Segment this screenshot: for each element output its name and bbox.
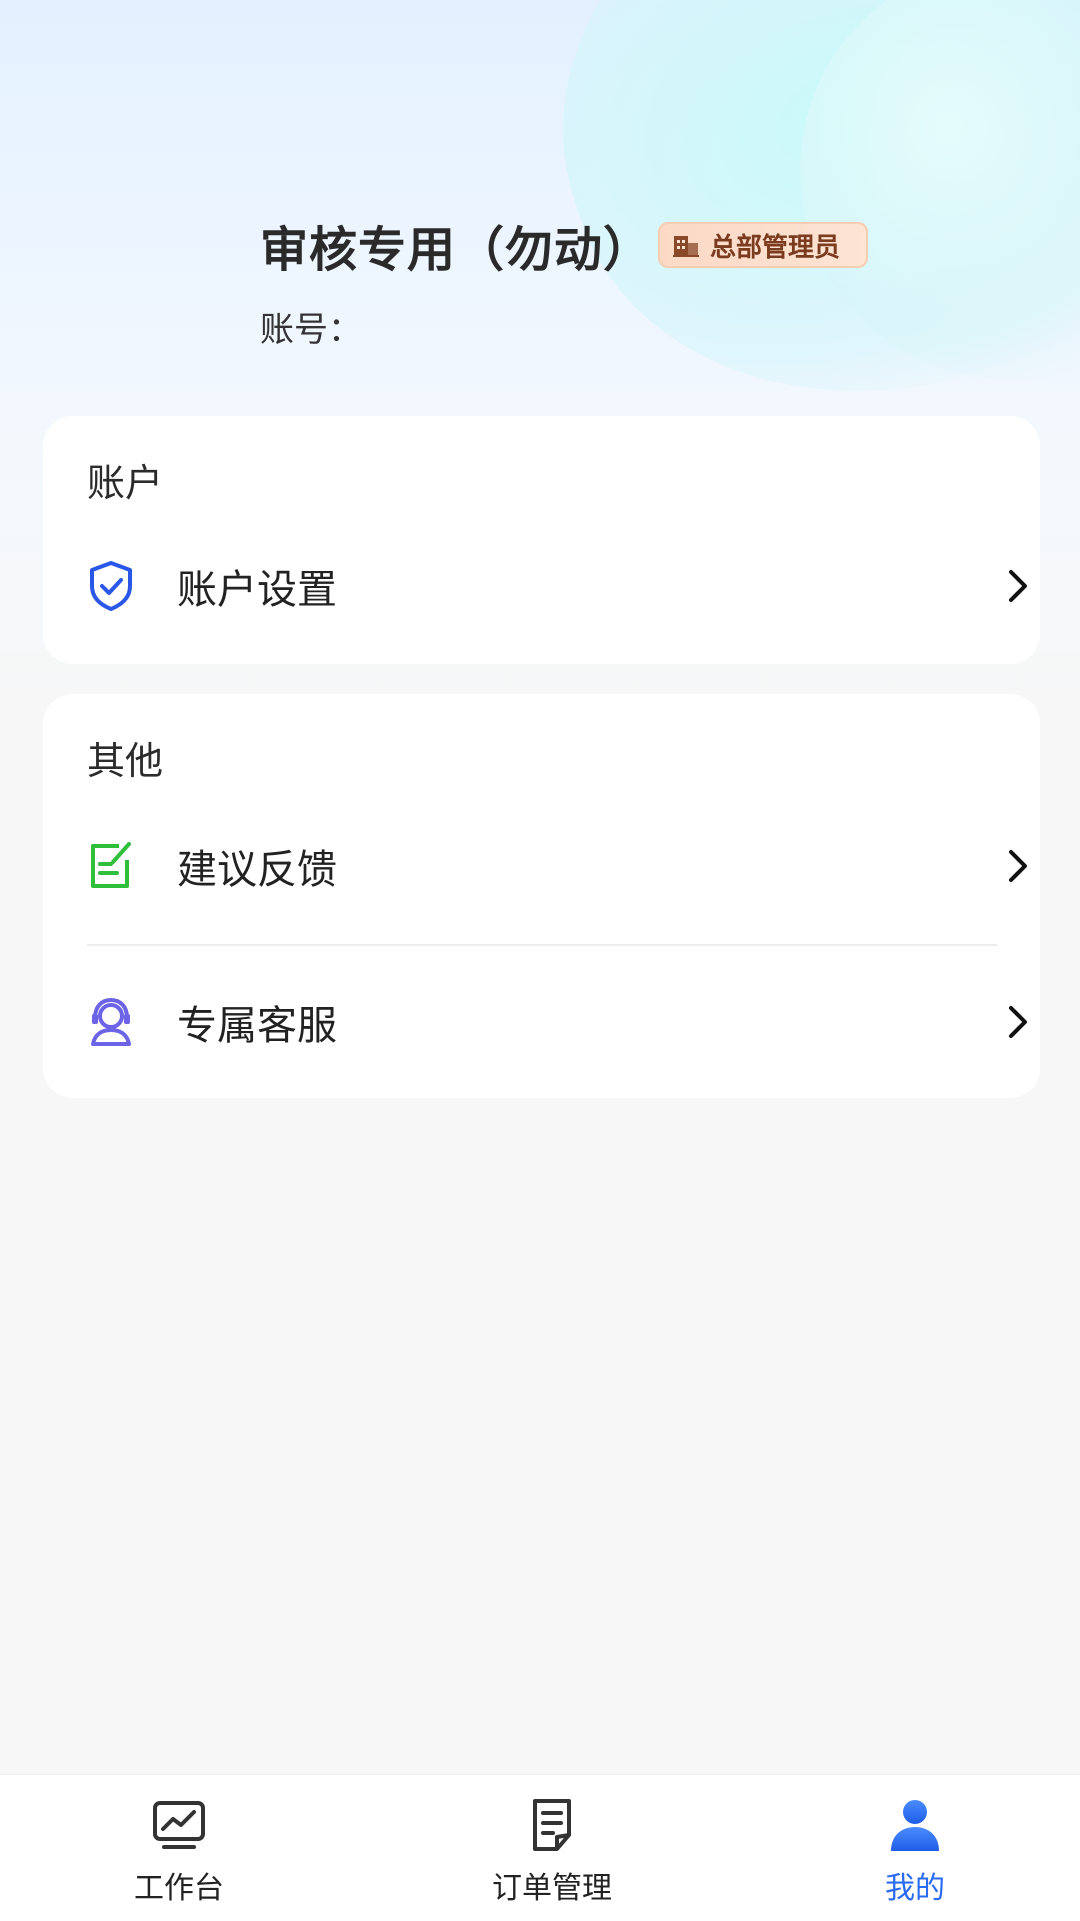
- feedback-row[interactable]: 建议反馈: [87, 816, 1037, 916]
- section-title-account: 账户: [87, 461, 164, 505]
- shield-check-icon: [87, 560, 135, 612]
- profile-name: 审核专用（勿动）: [260, 222, 653, 278]
- chevron-right-icon: [1009, 850, 1027, 882]
- tab-workbench[interactable]: 工作台: [79, 1775, 279, 1921]
- role-badge: 总部管理员: [658, 222, 868, 268]
- row-divider: [87, 944, 997, 946]
- feedback-label: 建议反馈: [177, 847, 337, 893]
- chart-monitor-icon: [153, 1801, 205, 1849]
- document-list-icon: [533, 1799, 571, 1851]
- tab-label: 订单管理: [492, 1871, 612, 1906]
- other-section-card: 其他 建议反馈 专属客服: [43, 694, 1040, 1098]
- account-settings-label: 账户设置: [177, 567, 337, 613]
- customer-service-row[interactable]: 专属客服: [87, 972, 1037, 1072]
- section-title-other: 其他: [87, 739, 164, 783]
- user-icon: [891, 1800, 939, 1851]
- bottom-tab-bar: 工作台 订单管理 我的: [0, 1774, 1080, 1921]
- tab-mine[interactable]: 我的: [815, 1775, 1015, 1921]
- account-section-card: 账户 账户设置: [43, 416, 1040, 664]
- tab-label: 工作台: [134, 1871, 224, 1906]
- customer-service-label: 专属客服: [177, 1003, 337, 1049]
- customer-service-icon: [87, 996, 135, 1048]
- tab-orders[interactable]: 订单管理: [452, 1775, 652, 1921]
- building-icon: [673, 236, 699, 257]
- account-settings-row[interactable]: 账户设置: [87, 536, 1037, 636]
- chevron-right-icon: [1009, 1006, 1027, 1038]
- chevron-right-icon: [1009, 570, 1027, 602]
- feedback-edit-icon: [87, 840, 135, 892]
- tab-label: 我的: [885, 1871, 945, 1906]
- role-badge-label: 总部管理员: [710, 232, 841, 263]
- account-label: 账号：: [260, 310, 362, 350]
